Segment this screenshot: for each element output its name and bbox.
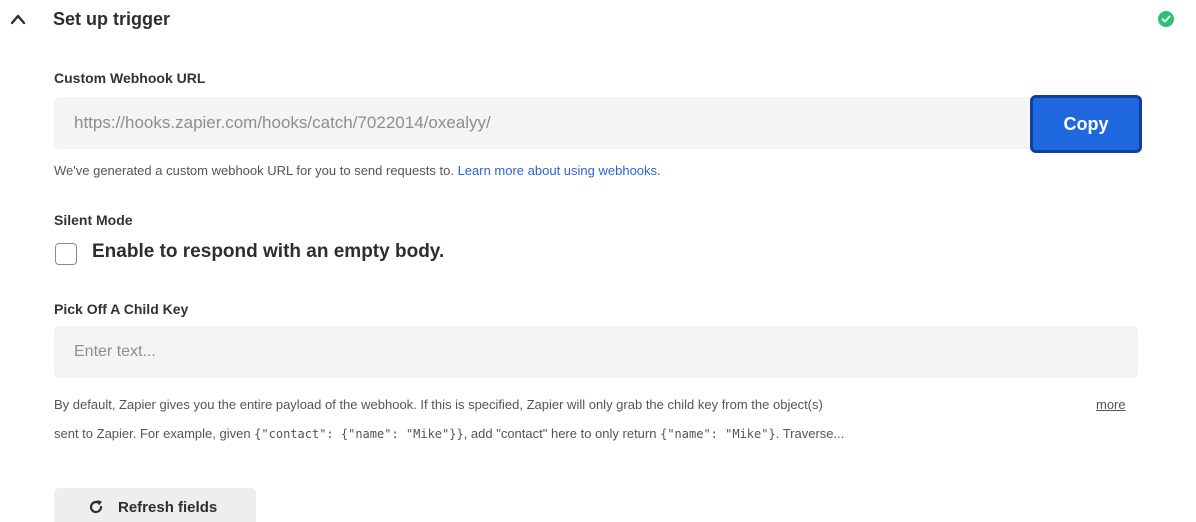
child-key-input[interactable] [54,326,1138,378]
desc-text-b: , add "contact" here to only return [463,426,657,441]
refresh-icon [89,500,103,514]
child-key-label: Pick Off A Child Key [54,301,189,317]
copy-button[interactable]: Copy [1030,95,1142,153]
more-link[interactable]: more [1096,397,1126,412]
webhook-help-message: We've generated a custom webhook URL for… [54,163,454,178]
desc-text-c: . Traverse... [775,426,845,441]
webhook-url-field[interactable]: https://hooks.zapier.com/hooks/catch/702… [54,97,1029,149]
refresh-fields-button[interactable]: Refresh fields [54,488,256,522]
chevron-up-icon[interactable] [9,12,27,26]
desc-code-example-output: {"name": "Mike"} [660,427,776,441]
silent-mode-checkbox-label[interactable]: Enable to respond with an empty body. [92,241,444,263]
section-header[interactable]: Set up trigger [0,0,1196,44]
desc-text-a: sent to Zapier. For example, given [54,426,251,441]
webhook-help-text: We've generated a custom webhook URL for… [54,163,661,178]
webhook-url-value[interactable]: https://hooks.zapier.com/hooks/catch/702… [74,113,491,133]
silent-mode-checkbox[interactable] [55,243,77,265]
child-key-field[interactable] [54,326,1138,378]
child-key-description-line1: By default, Zapier gives you the entire … [54,397,823,412]
learn-more-link[interactable]: Learn more about using webhooks. [458,163,661,178]
webhook-url-label: Custom Webhook URL [54,70,206,86]
desc-code-example-input: {"contact": {"name": "Mike"}} [254,427,464,441]
silent-mode-label: Silent Mode [54,212,133,228]
section-title: Set up trigger [53,9,171,29]
check-circle-icon [1158,11,1174,27]
refresh-fields-label: Refresh fields [118,499,218,516]
child-key-description-line2: sent to Zapier. For example, given {"con… [54,426,844,441]
